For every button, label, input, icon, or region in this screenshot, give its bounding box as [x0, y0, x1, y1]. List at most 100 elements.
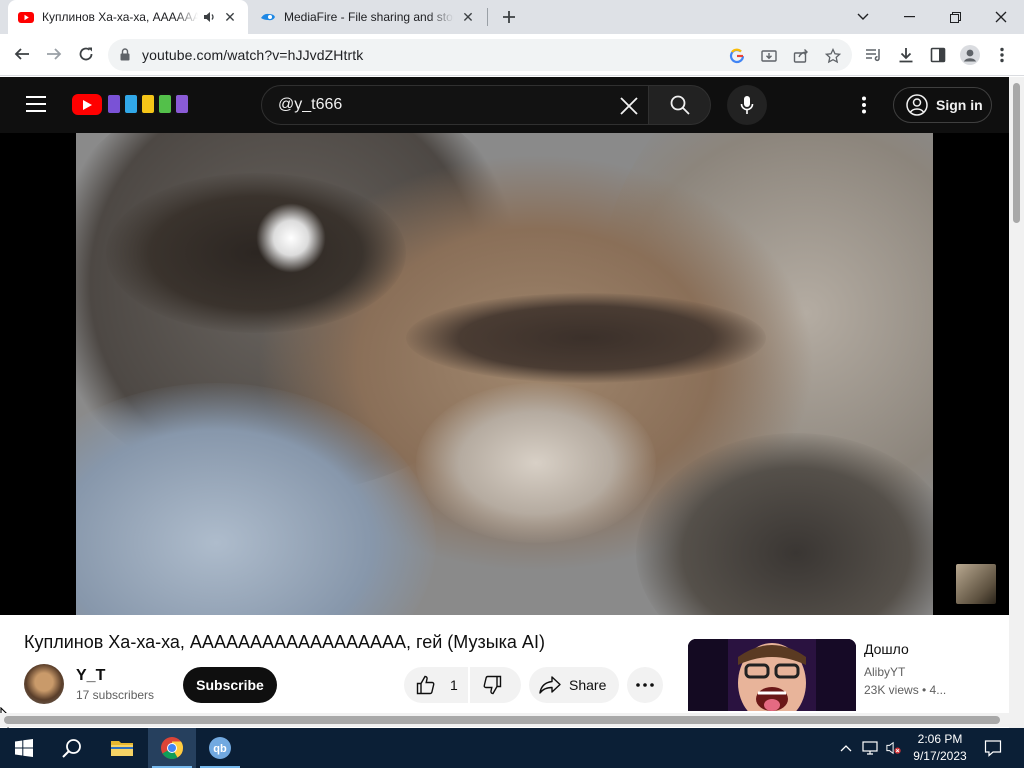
side-panel-icon[interactable] — [928, 45, 948, 65]
notifications-icon[interactable] — [984, 739, 1002, 757]
browser-toolbar: youtube.com/watch?v=hJJvdZHtrtk — [0, 34, 1024, 76]
like-count: 1 — [450, 677, 458, 693]
video-player[interactable] — [0, 133, 1009, 615]
horizontal-scrollbar[interactable] — [0, 713, 1009, 727]
share-label: Share — [569, 677, 607, 693]
dislike-button[interactable] — [470, 667, 521, 703]
new-tab-button[interactable] — [497, 5, 521, 29]
close-tab-icon[interactable]: ✕ — [222, 9, 238, 25]
scrollbar-thumb[interactable] — [4, 716, 1000, 724]
close-tab-icon[interactable]: ✕ — [460, 9, 476, 25]
video-overlay-thumbnail[interactable] — [956, 564, 996, 604]
recommended-video-channel[interactable]: AlibyYT — [864, 665, 905, 679]
recommended-video-meta: 23K views • 4... — [864, 683, 947, 697]
hamburger-menu-icon[interactable] — [26, 95, 46, 113]
windows-taskbar: qb 2:06 PM 9/17/2023 — [0, 728, 1024, 768]
svg-text:qb: qb — [213, 743, 227, 755]
reading-list-icon[interactable] — [864, 45, 884, 65]
show-hidden-icons-icon[interactable] — [838, 740, 854, 756]
profile-avatar-icon[interactable] — [960, 45, 980, 65]
file-explorer-button[interactable] — [98, 728, 146, 768]
chrome-taskbar-button[interactable] — [148, 728, 196, 768]
sign-in-label: Sign in — [936, 97, 983, 113]
tab-title: MediaFire - File sharing and storage — [284, 10, 454, 24]
google-translate-icon[interactable] — [728, 47, 746, 65]
arrow-right-icon — [47, 48, 62, 60]
qbittorrent-icon: qb — [209, 737, 231, 759]
settings-menu-icon[interactable] — [852, 93, 876, 117]
sign-in-button[interactable]: Sign in — [893, 87, 992, 123]
youtube-masthead: @y_t666 Sign in — [0, 77, 1009, 133]
plus-icon — [503, 11, 515, 23]
video-title: Куплинов Ха-ха-ха, АААААААААААААААААА, г… — [24, 632, 545, 652]
search-button[interactable] — [648, 85, 711, 125]
like-button[interactable]: 1 — [404, 667, 468, 703]
tab-search-button[interactable] — [840, 0, 886, 34]
more-actions-button[interactable] — [627, 667, 663, 703]
chrome-icon — [161, 737, 184, 759]
close-window-button[interactable] — [978, 0, 1024, 34]
search-icon — [670, 95, 690, 115]
lock-icon[interactable] — [120, 48, 130, 61]
reload-icon — [79, 47, 93, 61]
tab-title: Куплинов Ха-ха-ха, АААААА — [42, 10, 198, 24]
chrome-menu-icon[interactable] — [992, 45, 1012, 65]
forward-button[interactable] — [40, 40, 68, 68]
chevron-down-icon — [857, 13, 869, 20]
youtube-icon — [18, 12, 34, 23]
search-query-text[interactable]: @y_t666 — [278, 96, 342, 114]
subscribe-button[interactable]: Subscribe — [183, 667, 277, 703]
windows-logo-icon — [15, 739, 33, 757]
install-app-icon[interactable] — [760, 47, 778, 65]
volume-muted-icon[interactable] — [886, 740, 902, 756]
more-horizontal-icon — [636, 683, 654, 687]
recommended-thumbnail-image — [688, 639, 856, 711]
channel-avatar[interactable] — [24, 664, 64, 704]
search-icon — [62, 739, 81, 758]
channel-name[interactable]: Y_T — [76, 667, 105, 685]
vertical-scrollbar[interactable] — [1009, 77, 1024, 728]
clock-date: 9/17/2023 — [913, 749, 967, 763]
restore-button[interactable] — [932, 0, 978, 34]
taskbar-clock[interactable]: 2:06 PM 9/17/2023 — [908, 731, 972, 765]
mediafire-icon — [261, 13, 275, 21]
tab-mediafire[interactable]: MediaFire - File sharing and storage ✕ — [250, 0, 486, 34]
url-text[interactable]: youtube.com/watch?v=hJJvdZHtrtk — [142, 47, 363, 63]
youtube-page: @y_t666 Sign in Куплинов Ха-ха-ха, ААААА… — [0, 77, 1009, 728]
tab-youtube[interactable]: Куплинов Ха-ха-ха, АААААА ✕ — [8, 0, 248, 34]
audio-playing-icon[interactable] — [202, 10, 216, 24]
taskbar-search-button[interactable] — [48, 728, 96, 768]
subscriber-count: 17 subscribers — [76, 688, 155, 702]
video-frame[interactable] — [76, 133, 933, 615]
clock-time: 2:06 PM — [917, 732, 963, 746]
thumbs-up-icon — [416, 675, 435, 695]
browser-tab-strip: Куплинов Ха-ха-ха, АААААА ✕ MediaFire - … — [0, 0, 1024, 34]
back-button[interactable] — [8, 40, 36, 68]
downloads-icon[interactable] — [896, 45, 916, 65]
share-arrow-icon — [539, 676, 561, 694]
network-icon[interactable] — [862, 740, 878, 756]
arrow-left-icon — [14, 48, 29, 60]
youtube-doodle-logo[interactable] — [106, 93, 190, 115]
thumbs-down-icon — [483, 675, 502, 695]
start-button[interactable] — [0, 728, 48, 768]
recommended-video-title[interactable]: Дошло — [864, 641, 909, 657]
qbittorrent-taskbar-button[interactable]: qb — [196, 728, 244, 768]
bookmark-star-icon[interactable] — [824, 47, 842, 65]
minimize-icon — [903, 16, 915, 18]
scrollbar-thumb[interactable] — [1013, 83, 1020, 223]
reload-button[interactable] — [72, 40, 100, 68]
close-icon — [995, 11, 1007, 23]
tab-divider — [487, 8, 488, 26]
folder-icon — [111, 741, 133, 756]
share-page-icon[interactable] — [792, 47, 810, 65]
share-button[interactable]: Share — [529, 667, 619, 703]
restore-icon — [949, 11, 961, 23]
search-input[interactable]: @y_t666 — [261, 85, 649, 125]
recommended-video-thumbnail[interactable] — [688, 639, 856, 711]
voice-search-button[interactable] — [727, 85, 767, 125]
clear-search-icon[interactable] — [616, 93, 642, 119]
minimize-button[interactable] — [886, 0, 932, 34]
youtube-logo-icon[interactable] — [72, 94, 102, 115]
address-bar[interactable]: youtube.com/watch?v=hJJvdZHtrtk — [108, 39, 852, 71]
